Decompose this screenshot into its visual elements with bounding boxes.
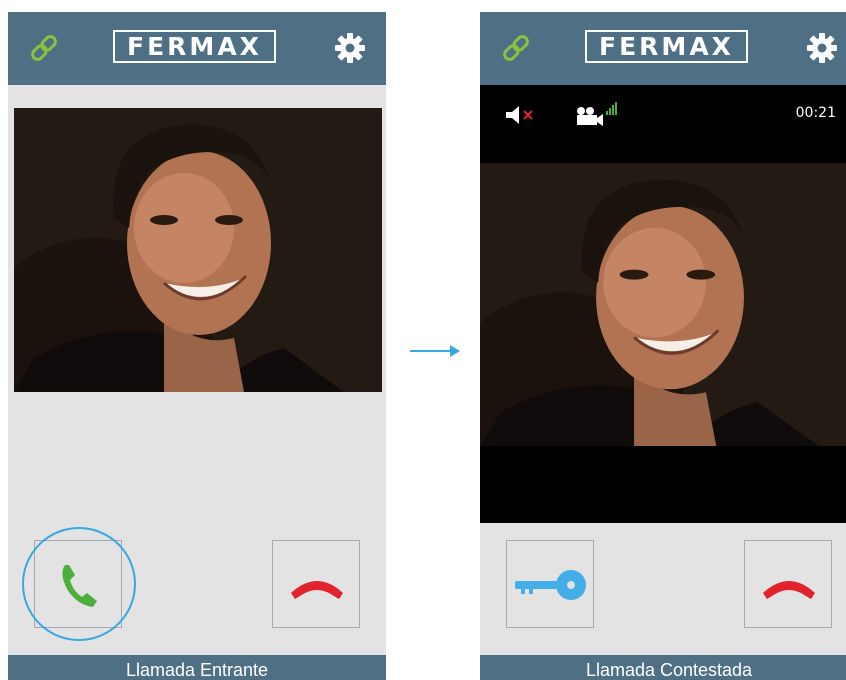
- call-timer: 00:21: [795, 105, 836, 121]
- hangup-button[interactable]: [744, 540, 832, 628]
- incoming-call-screen: FERMAX Llamada Entrante: [8, 12, 386, 680]
- link-icon[interactable]: [28, 32, 60, 64]
- fermax-logo: FERMAX: [585, 30, 748, 63]
- hangup-button[interactable]: [272, 540, 360, 628]
- video-panel: 00:21: [480, 85, 846, 523]
- transition-arrow-icon: [410, 345, 460, 357]
- top-bar: FERMAX: [8, 12, 386, 85]
- visitor-image: [14, 108, 382, 392]
- visitor-image: [480, 163, 846, 446]
- fermax-logo: FERMAX: [113, 30, 276, 63]
- top-bar: FERMAX: [480, 12, 846, 85]
- speaker-muted-icon[interactable]: [504, 103, 538, 127]
- link-icon[interactable]: [500, 32, 532, 64]
- call-status-bar: Llamada Contestada: [480, 655, 846, 680]
- video-feed: [480, 163, 846, 446]
- camera-signal-icon[interactable]: [574, 101, 618, 129]
- key-icon: [515, 570, 586, 600]
- call-status-row: 00:21: [480, 85, 846, 145]
- answer-button[interactable]: [34, 540, 122, 628]
- phone-hangup-icon: [291, 581, 343, 599]
- unlock-door-button[interactable]: [506, 540, 594, 628]
- call-status-bar: Llamada Entrante: [8, 655, 386, 680]
- gear-icon[interactable]: [806, 32, 838, 64]
- video-feed: [14, 108, 382, 392]
- answered-call-screen: FERMAX 00:21 Llamada Contestada: [480, 12, 846, 680]
- phone-answer-icon: [62, 565, 97, 607]
- gear-icon[interactable]: [334, 32, 366, 64]
- phone-hangup-icon: [763, 581, 815, 599]
